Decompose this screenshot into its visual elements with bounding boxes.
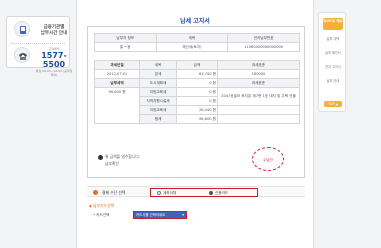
tax-notice-document: 납부자 정보 세목 전자납부번호 홍 * 동 재산세(토지) 115600000…: [87, 26, 305, 178]
tax-base-value: 180000: [216, 69, 301, 79]
table-header: 납부세액: [93, 78, 141, 88]
quick-menu-item[interactable]: 납부 안내: [319, 79, 347, 83]
quick-menu-header: QUICK 메뉴: [323, 18, 343, 30]
total-label: 합계: [139, 114, 177, 124]
quick-menu: QUICK 메뉴 납부 내역 납부 확인서 전자 고지서 납부 안내 TOP ▲: [318, 12, 346, 112]
item-amount: 0 원: [175, 78, 218, 88]
card-company-select[interactable]: 카드사를 선택하세요 ▾: [133, 211, 187, 219]
receipt-stamp: 수납인: [252, 147, 284, 171]
property-description: 2047호빌라 토지분 제7층 1호 대지 및 주택 건물: [216, 87, 301, 106]
item-amount: 0 원: [175, 87, 218, 97]
payer-info-table: 납부자 정보 세목 전자납부번호 홍 * 동 재산세(토지) 115600000…: [94, 33, 300, 52]
payment-method-options: 계좌이체 신용카드: [150, 188, 258, 197]
top-button[interactable]: TOP ▲: [324, 101, 342, 107]
table-header: 세목: [139, 60, 177, 70]
quick-menu-item[interactable]: 납부 내역: [319, 37, 347, 41]
bullet-icon: [98, 154, 103, 160]
table-header: 전자납부번호: [227, 33, 300, 43]
radio-label: 신용카드: [215, 191, 229, 195]
table-header: 납부자 정보: [94, 33, 157, 43]
card-select-label: • 카드선택: [93, 213, 110, 217]
table-header: 세목: [155, 33, 229, 43]
bank-hours-link[interactable]: 금융기관별 납부시간 안내: [11, 20, 69, 40]
customer-center: 고객센터 1577-5500 평일 09:00~18:00 (공휴일 제외): [11, 46, 72, 77]
bank-hours-subtitle: 납부시간 안내: [40, 31, 68, 36]
item-amount: 63,700 원: [175, 69, 218, 79]
tax-year-month: 2012.07.01: [93, 69, 141, 79]
table-header: 금액: [175, 60, 218, 70]
notice-text: 위 금액을 영수합니다.: [105, 154, 141, 159]
radio-bank-transfer[interactable]: 계좌이체: [157, 191, 176, 196]
customer-center-phone: 1577-5500: [41, 51, 67, 69]
radio-circle-selected[interactable]: [209, 191, 213, 195]
tax-item: 재산세(토지): [155, 42, 229, 52]
divider: [11, 43, 65, 44]
tax-detail-table: 과세년월 세목 금액 과세표준 2012.07.01 본세 63,700 원 1…: [93, 60, 301, 124]
card-section-title: ◆ 납부카드선택: [89, 203, 115, 208]
card-select-label-text: 카드선택: [96, 213, 110, 217]
table-header: 과세표준: [216, 60, 301, 70]
item-label: 본세: [139, 69, 177, 79]
radio-credit-card[interactable]: 신용카드: [209, 191, 228, 196]
payment-amount: 96,600 원: [93, 87, 141, 124]
receipt-notice: 위 금액을 영수합니다. 납부확인: [98, 153, 140, 167]
card-select-row: • 카드선택 카드사를 선택하세요 ▾: [93, 211, 293, 219]
notice-subtext: 납부확인: [105, 161, 119, 166]
quick-menu-item[interactable]: 전자 고지서: [319, 65, 347, 69]
select-value: 카드사를 선택하세요: [136, 213, 166, 217]
item-amount: 0 원: [175, 96, 218, 106]
customer-center-hours: 평일 09:00~18:00 (공휴일 제외): [35, 69, 73, 77]
total-amount: 96,600 원: [175, 114, 218, 124]
table-header: 과세년월: [93, 60, 141, 70]
phone-icon: [14, 21, 30, 37]
e-payment-number: 11560000000000000: [227, 42, 300, 52]
item-amount: 26,440 원: [175, 105, 218, 115]
payment-method-row: 결제 수단 선택 계좌이체 신용카드: [87, 186, 305, 197]
table-header: 과세표준: [216, 78, 301, 88]
telephone-icon: [14, 47, 30, 63]
quick-menu-item[interactable]: 납부 확인서: [319, 51, 347, 55]
radio-label: 계좌이체: [163, 191, 177, 195]
empty-cell: [216, 105, 301, 115]
card-section-title-text: 납부카드선택: [93, 203, 115, 208]
item-label: 지방교육세: [139, 87, 177, 97]
empty-cell: [216, 114, 301, 124]
item-label: 지역자원시설세: [139, 96, 177, 106]
main-content: 납세 고지서 납부자 정보 세목 전자납부번호 홍 * 동 재산세(토지) 11…: [76, 0, 314, 248]
left-info-panel: 금융기관별 납부시간 안내 고객센터 1577-5500 평일 09:00~18…: [6, 16, 72, 77]
orange-bullet-icon: [93, 190, 98, 195]
payer-name: 홍 * 동: [94, 42, 157, 52]
radio-circle[interactable]: [157, 191, 161, 195]
page-title: 납세 고지서: [180, 18, 210, 25]
payment-method-label: 결제 수단 선택: [102, 190, 126, 195]
chevron-down-icon: ▾: [182, 213, 184, 217]
item-label: 지방교육세: [139, 105, 177, 115]
item-label: 도시계획세: [139, 78, 177, 88]
